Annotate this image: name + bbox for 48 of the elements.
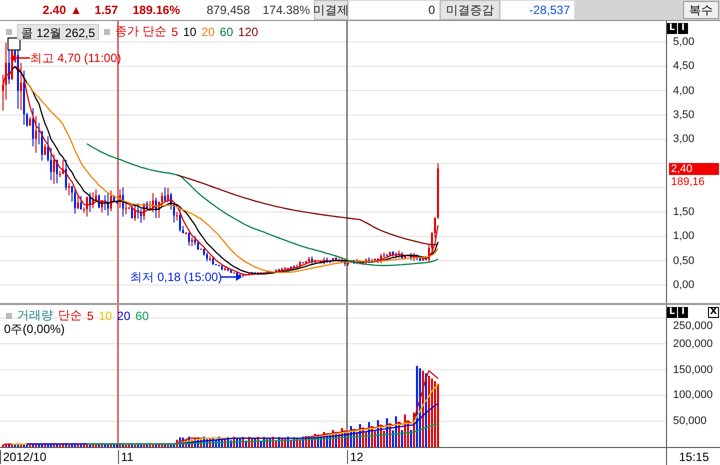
legend-period: 10 — [98, 308, 112, 322]
field-label: 미결증감 — [440, 0, 500, 20]
legend-period: 5 — [87, 308, 94, 322]
volume-ratio: 174.38% — [262, 2, 311, 19]
axis-label: 4,50 — [673, 60, 694, 72]
field-value: 0 — [348, 0, 440, 20]
legend-period: 20 — [201, 24, 215, 38]
last-rate-label: 189,16 — [671, 176, 705, 188]
field-label: 미결제 — [314, 0, 348, 20]
axis-button[interactable]: I — [678, 307, 688, 318]
last-price-tag: 2,40 — [669, 163, 719, 175]
legend-period: 60 — [220, 24, 234, 38]
date-label: 12 — [347, 450, 364, 464]
field-value: -28,537 — [500, 0, 575, 20]
multiple-button[interactable]: 복수 — [683, 1, 719, 19]
axis-label: 250,000 — [673, 320, 713, 332]
legend-period: 5 — [171, 24, 178, 38]
axis-label: 200,000 — [673, 338, 713, 350]
axis-button[interactable]: L — [667, 23, 677, 34]
trade-volume: 879,458 — [206, 2, 251, 19]
axis-label: 50,000 — [673, 415, 707, 428]
axis-label: 150,000 — [673, 364, 713, 376]
legend-period: 120 — [238, 24, 258, 38]
axis-label: 1,50 — [673, 206, 694, 218]
axis-label: 3,00 — [673, 133, 694, 146]
volume-title: 거래량 — [17, 307, 53, 324]
legend-period: 60 — [135, 308, 149, 322]
legend-label: 단순 — [58, 307, 82, 324]
axis-label: 0,50 — [673, 254, 694, 267]
current-price: 2.40 — [42, 2, 67, 19]
legend-period: 10 — [183, 24, 196, 38]
symbol-button[interactable]: 콜 12월 262,5 — [17, 24, 100, 40]
axis-button[interactable]: L — [667, 307, 677, 318]
axis-button[interactable]: I — [678, 23, 688, 34]
axis-label: 4,00 — [673, 84, 694, 97]
price-change: 1.57 — [94, 2, 119, 19]
change-rate: 189.16% — [132, 2, 181, 19]
up-arrow-icon: ▲ — [70, 0, 86, 20]
date-label: 11 — [118, 450, 134, 464]
time-label: 15:15 — [678, 449, 710, 465]
axis-label: 3,50 — [673, 108, 694, 121]
axis-label: 1,00 — [673, 230, 694, 242]
axis-label: 100,000 — [673, 389, 713, 402]
axis-label: 0,00 — [673, 279, 694, 291]
axis-label: 5,00 — [673, 36, 694, 48]
volume-info: 0주(0,00%) — [4, 321, 65, 338]
date-label: 2012/10 — [0, 450, 46, 464]
low-price-note: 최저 0,18 (15:00) — [130, 269, 222, 286]
